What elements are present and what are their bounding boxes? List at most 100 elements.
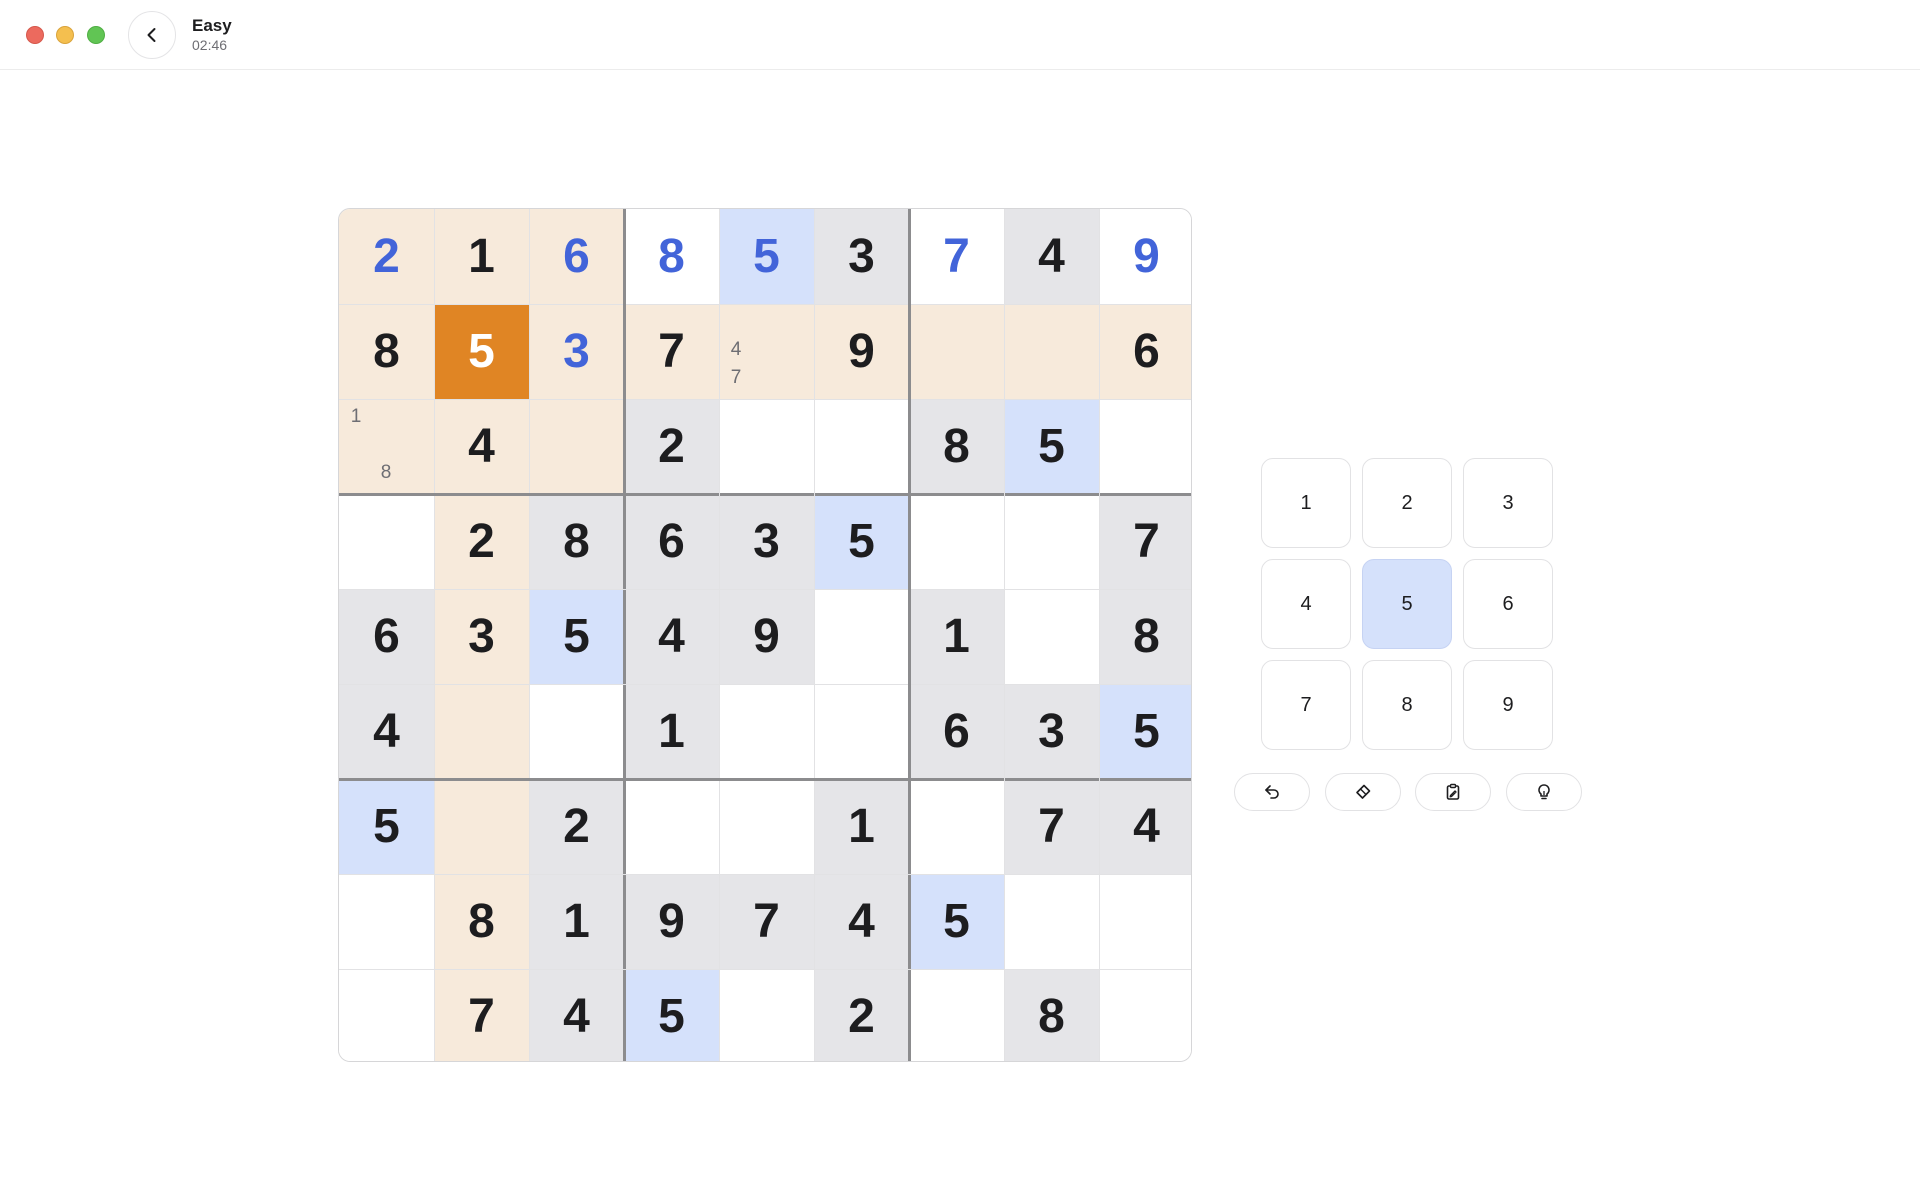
minimize-window-button[interactable] xyxy=(56,26,74,44)
cell-r2c7[interactable] xyxy=(909,304,1004,399)
number-button-5[interactable]: 5 xyxy=(1362,559,1452,649)
cell-r1c9[interactable]: 9 xyxy=(1099,209,1191,304)
cell-r8c7[interactable]: 5 xyxy=(909,874,1004,969)
cell-r6c8[interactable]: 3 xyxy=(1004,684,1099,779)
cell-r5c7[interactable]: 1 xyxy=(909,589,1004,684)
cell-r3c5[interactable] xyxy=(719,399,814,494)
cell-r7c1[interactable]: 5 xyxy=(339,779,434,874)
number-button-9[interactable]: 9 xyxy=(1463,660,1553,750)
number-button-2[interactable]: 2 xyxy=(1362,458,1452,548)
cell-r4c4[interactable]: 6 xyxy=(624,494,719,589)
cell-r9c6[interactable]: 2 xyxy=(814,969,909,1061)
number-button-8[interactable]: 8 xyxy=(1362,660,1452,750)
erase-button[interactable] xyxy=(1325,773,1401,811)
cell-r7c3[interactable]: 2 xyxy=(529,779,624,874)
cell-divider xyxy=(339,399,1191,400)
cell-r4c7[interactable] xyxy=(909,494,1004,589)
cell-r6c9[interactable]: 5 xyxy=(1099,684,1191,779)
cell-r9c4[interactable]: 5 xyxy=(624,969,719,1061)
cell-r1c1[interactable]: 2 xyxy=(339,209,434,304)
cell-r2c2[interactable]: 5 xyxy=(434,304,529,399)
number-button-3[interactable]: 3 xyxy=(1463,458,1553,548)
cell-r3c3[interactable] xyxy=(529,399,624,494)
cell-r5c3[interactable]: 5 xyxy=(529,589,624,684)
cell-r3c8[interactable]: 5 xyxy=(1004,399,1099,494)
cell-r4c8[interactable] xyxy=(1004,494,1099,589)
cell-r2c6[interactable]: 9 xyxy=(814,304,909,399)
hint-button[interactable] xyxy=(1506,773,1582,811)
cell-r1c2[interactable]: 1 xyxy=(434,209,529,304)
cell-r3c7[interactable]: 8 xyxy=(909,399,1004,494)
cell-r2c9[interactable]: 6 xyxy=(1099,304,1191,399)
cell-r4c6[interactable]: 5 xyxy=(814,494,909,589)
cell-r6c2[interactable] xyxy=(434,684,529,779)
pencil-note: 7 xyxy=(730,367,742,388)
cell-r4c2[interactable]: 2 xyxy=(434,494,529,589)
cell-r7c7[interactable] xyxy=(909,779,1004,874)
cell-r7c8[interactable]: 7 xyxy=(1004,779,1099,874)
cell-r9c3[interactable]: 4 xyxy=(529,969,624,1061)
cell-r8c1[interactable] xyxy=(339,874,434,969)
cell-r3c4[interactable]: 2 xyxy=(624,399,719,494)
cell-r8c8[interactable] xyxy=(1004,874,1099,969)
cell-r4c5[interactable]: 3 xyxy=(719,494,814,589)
cell-r8c3[interactable]: 1 xyxy=(529,874,624,969)
cell-r8c2[interactable]: 8 xyxy=(434,874,529,969)
cell-r8c4[interactable]: 9 xyxy=(624,874,719,969)
cell-r8c5[interactable]: 7 xyxy=(719,874,814,969)
cell-r5c8[interactable] xyxy=(1004,589,1099,684)
back-button[interactable] xyxy=(128,11,176,59)
cell-r4c1[interactable] xyxy=(339,494,434,589)
cell-r1c7[interactable]: 7 xyxy=(909,209,1004,304)
cell-r9c8[interactable]: 8 xyxy=(1004,969,1099,1061)
cell-r5c6[interactable] xyxy=(814,589,909,684)
cell-r9c7[interactable] xyxy=(909,969,1004,1061)
cell-r9c5[interactable] xyxy=(719,969,814,1061)
number-button-7[interactable]: 7 xyxy=(1261,660,1351,750)
cell-r9c1[interactable] xyxy=(339,969,434,1061)
cell-r9c9[interactable] xyxy=(1099,969,1191,1061)
cell-r9c2[interactable]: 7 xyxy=(434,969,529,1061)
cell-r2c8[interactable] xyxy=(1004,304,1099,399)
cell-r5c4[interactable]: 4 xyxy=(624,589,719,684)
cell-r4c9[interactable]: 7 xyxy=(1099,494,1191,589)
cell-r6c3[interactable] xyxy=(529,684,624,779)
cell-r7c4[interactable] xyxy=(624,779,719,874)
cell-r7c5[interactable] xyxy=(719,779,814,874)
cell-r8c6[interactable]: 4 xyxy=(814,874,909,969)
cell-r6c5[interactable] xyxy=(719,684,814,779)
cell-r2c3[interactable]: 3 xyxy=(529,304,624,399)
cell-r3c9[interactable] xyxy=(1099,399,1191,494)
cell-r2c5[interactable]: 47 xyxy=(719,304,814,399)
cell-r1c8[interactable]: 4 xyxy=(1004,209,1099,304)
cell-r3c6[interactable] xyxy=(814,399,909,494)
close-window-button[interactable] xyxy=(26,26,44,44)
zoom-window-button[interactable] xyxy=(87,26,105,44)
number-button-6[interactable]: 6 xyxy=(1463,559,1553,649)
cell-r1c3[interactable]: 6 xyxy=(529,209,624,304)
cell-r1c4[interactable]: 8 xyxy=(624,209,719,304)
cell-r4c3[interactable]: 8 xyxy=(529,494,624,589)
cell-r6c7[interactable]: 6 xyxy=(909,684,1004,779)
cell-r5c2[interactable]: 3 xyxy=(434,589,529,684)
cell-r1c5[interactable]: 5 xyxy=(719,209,814,304)
number-button-1[interactable]: 1 xyxy=(1261,458,1351,548)
cell-r3c2[interactable]: 4 xyxy=(434,399,529,494)
cell-r7c2[interactable] xyxy=(434,779,529,874)
notes-button[interactable] xyxy=(1415,773,1491,811)
cell-r6c1[interactable]: 4 xyxy=(339,684,434,779)
cell-r7c9[interactable]: 4 xyxy=(1099,779,1191,874)
cell-r6c4[interactable]: 1 xyxy=(624,684,719,779)
undo-button[interactable] xyxy=(1234,773,1310,811)
cell-r8c9[interactable] xyxy=(1099,874,1191,969)
cell-r6c6[interactable] xyxy=(814,684,909,779)
number-button-4[interactable]: 4 xyxy=(1261,559,1351,649)
cell-r7c6[interactable]: 1 xyxy=(814,779,909,874)
cell-r3c1[interactable]: 18 xyxy=(339,399,434,494)
cell-r2c4[interactable]: 7 xyxy=(624,304,719,399)
cell-r2c1[interactable]: 8 xyxy=(339,304,434,399)
cell-r5c5[interactable]: 9 xyxy=(719,589,814,684)
cell-r5c1[interactable]: 6 xyxy=(339,589,434,684)
cell-r5c9[interactable]: 8 xyxy=(1099,589,1191,684)
cell-r1c6[interactable]: 3 xyxy=(814,209,909,304)
